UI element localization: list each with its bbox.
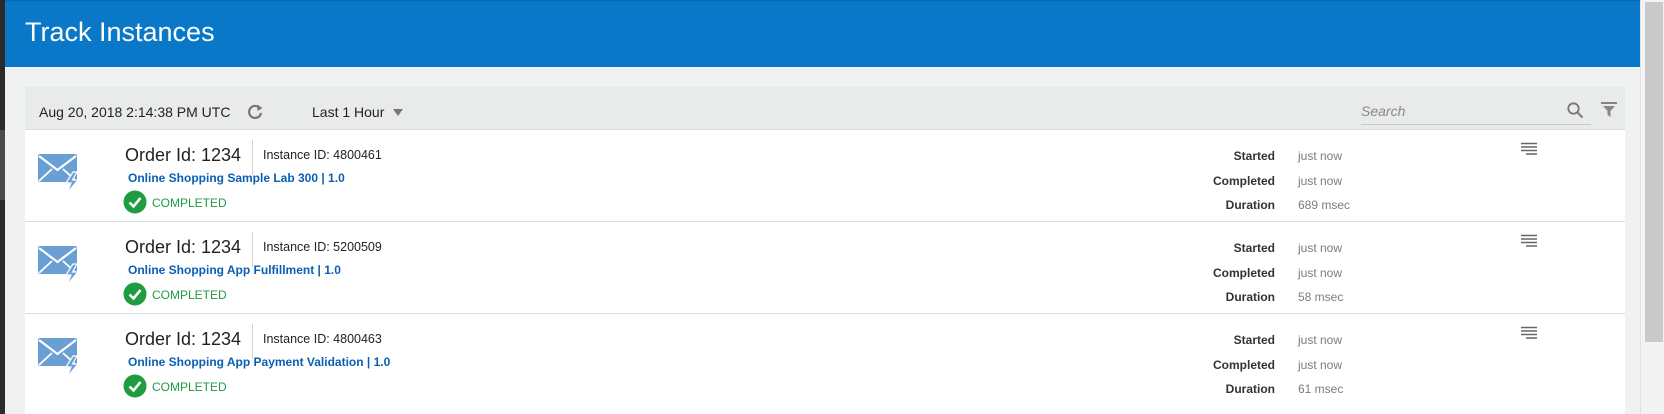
- search-input[interactable]: [1361, 99, 1551, 123]
- divider: [252, 140, 253, 175]
- started-value: just now: [1298, 241, 1343, 255]
- completed-value: just now: [1298, 174, 1343, 188]
- instance-id: Instance ID: 4800461: [263, 148, 382, 162]
- scrollbar-thumb[interactable]: [1645, 2, 1663, 342]
- status-label: COMPLETED: [152, 288, 227, 302]
- menu-icon[interactable]: [1521, 142, 1537, 156]
- started-label: Started: [1233, 149, 1275, 163]
- completed-label: Completed: [1212, 174, 1275, 188]
- divider: [252, 324, 253, 359]
- refresh-icon[interactable]: [245, 102, 265, 122]
- divider: [252, 232, 253, 267]
- application-link[interactable]: Online Shopping App Payment Validation |…: [128, 355, 390, 369]
- track-instances-page: Track Instances Aug 20, 2018 2:14:38 PM …: [5, 0, 1640, 414]
- duration-value: 58 msec: [1298, 290, 1344, 304]
- duration-label: Duration: [1225, 382, 1275, 396]
- duration-label: Duration: [1225, 198, 1275, 212]
- instance-id: Instance ID: 4800463: [263, 332, 382, 346]
- instance-row[interactable]: Order Id: 1234 Instance ID: 5200509 Onli…: [25, 221, 1625, 313]
- duration-value: 689 msec: [1298, 198, 1351, 212]
- instances-panel: Aug 20, 2018 2:14:38 PM UTC Last 1 Hour: [25, 87, 1625, 414]
- page-header: Track Instances: [5, 0, 1640, 67]
- chevron-down-icon[interactable]: [393, 109, 403, 116]
- last-refresh-timestamp: Aug 20, 2018 2:14:38 PM UTC: [39, 104, 231, 120]
- order-id: Order Id: 1234: [125, 329, 242, 349]
- menu-icon[interactable]: [1521, 326, 1537, 340]
- menu-icon[interactable]: [1521, 234, 1537, 248]
- instance-row[interactable]: Order Id: 1234 Instance ID: 4800463 Onli…: [25, 313, 1625, 405]
- started-label: Started: [1233, 333, 1275, 347]
- started-label: Started: [1233, 241, 1275, 255]
- instance-row[interactable]: Order Id: 1234 Instance ID: 4800461 Onli…: [25, 129, 1625, 221]
- message-event-icon: [38, 338, 80, 378]
- vertical-scrollbar[interactable]: [1640, 0, 1664, 414]
- started-value: just now: [1298, 149, 1343, 163]
- page-title: Track Instances: [25, 17, 215, 47]
- completed-value: just now: [1298, 358, 1343, 372]
- completed-label: Completed: [1212, 266, 1275, 280]
- started-value: just now: [1298, 333, 1343, 347]
- completed-value: just now: [1298, 266, 1343, 280]
- duration-label: Duration: [1225, 290, 1275, 304]
- message-event-icon: [38, 246, 80, 286]
- message-event-icon: [38, 154, 80, 194]
- status-label: COMPLETED: [152, 196, 227, 210]
- check-circle-icon: [123, 190, 147, 214]
- order-id: Order Id: 1234: [125, 145, 242, 165]
- check-circle-icon: [123, 282, 147, 306]
- filter-icon[interactable]: [1600, 101, 1618, 119]
- instance-id: Instance ID: 5200509: [263, 240, 382, 254]
- application-link[interactable]: Online Shopping App Fulfillment | 1.0: [128, 263, 341, 277]
- status-label: COMPLETED: [152, 380, 227, 394]
- time-range-dropdown[interactable]: Last 1 Hour: [312, 104, 384, 120]
- duration-value: 61 msec: [1298, 382, 1344, 396]
- application-link[interactable]: Online Shopping Sample Lab 300 | 1.0: [128, 171, 345, 185]
- search-box: [1361, 97, 1591, 125]
- check-circle-icon: [123, 374, 147, 398]
- order-id: Order Id: 1234: [125, 237, 242, 257]
- search-icon[interactable]: [1566, 101, 1584, 119]
- completed-label: Completed: [1212, 358, 1275, 372]
